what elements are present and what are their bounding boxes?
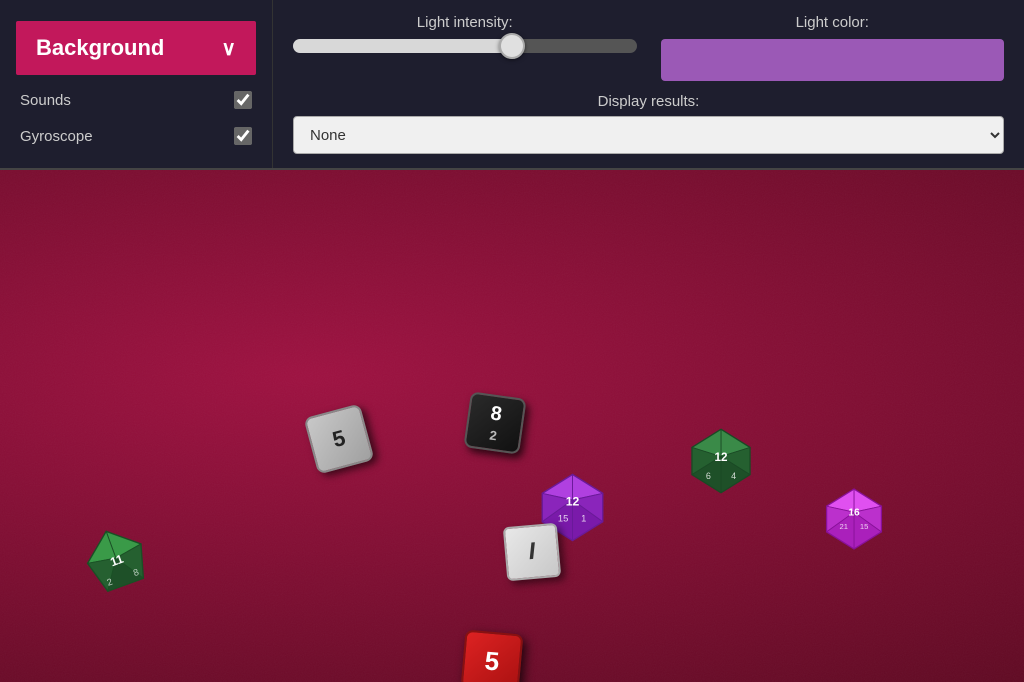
light-intensity-group: Light intensity: <box>293 14 637 53</box>
svg-text:21: 21 <box>840 522 849 531</box>
svg-text:15: 15 <box>558 514 568 524</box>
light-intensity-label: Light intensity: <box>417 14 513 31</box>
die-d20-dark-green[interactable]: 12 6 4 <box>685 425 757 497</box>
light-color-label: Light color: <box>796 14 869 31</box>
background-button[interactable]: Background ∨ <box>16 21 256 75</box>
die-d6-gray[interactable]: 5 <box>303 403 374 474</box>
gyroscope-label: Gyroscope <box>20 128 93 145</box>
die-d20-purple2[interactable]: 16 21 15 <box>820 485 888 553</box>
chevron-down-icon: ∨ <box>221 36 236 61</box>
background-label: Background <box>36 35 164 61</box>
svg-text:12: 12 <box>566 495 580 509</box>
svg-text:16: 16 <box>848 508 860 519</box>
svg-text:1: 1 <box>581 514 586 524</box>
die-d6-black[interactable]: 8 2 <box>463 391 526 454</box>
control-bar: Background ∨ Sounds Gyroscope Light inte… <box>0 0 1024 170</box>
die-d6-red[interactable]: 5 <box>461 630 524 682</box>
display-results-select[interactable]: None Sum Individual Both <box>293 116 1004 154</box>
sounds-row: Sounds <box>16 89 256 111</box>
light-intensity-slider[interactable] <box>293 39 637 53</box>
display-results-label: Display results: <box>293 93 1004 110</box>
svg-text:4: 4 <box>731 471 736 481</box>
dice-scene[interactable]: 5 8 2 12 6 4 11 2 8 12 <box>0 170 1024 682</box>
die-value-bottom: 2 <box>489 427 498 443</box>
display-results-group: Display results: None Sum Individual Bot… <box>293 93 1004 154</box>
sounds-checkbox[interactable] <box>234 91 252 109</box>
sounds-label: Sounds <box>20 92 71 109</box>
light-color-swatch[interactable] <box>661 39 1005 81</box>
svg-text:12: 12 <box>714 451 728 464</box>
gyroscope-checkbox[interactable] <box>234 127 252 145</box>
die-value: I <box>527 538 536 566</box>
gyroscope-row: Gyroscope <box>16 125 256 147</box>
die-d10-green[interactable]: 11 2 8 <box>69 514 165 610</box>
die-value: 5 <box>330 425 349 453</box>
die-value-top: 8 <box>489 402 503 426</box>
light-color-group: Light color: <box>661 14 1005 81</box>
die-d6-white[interactable]: I <box>503 523 562 582</box>
svg-text:15: 15 <box>860 522 869 531</box>
die-value: 5 <box>483 645 500 677</box>
svg-text:6: 6 <box>706 471 711 481</box>
